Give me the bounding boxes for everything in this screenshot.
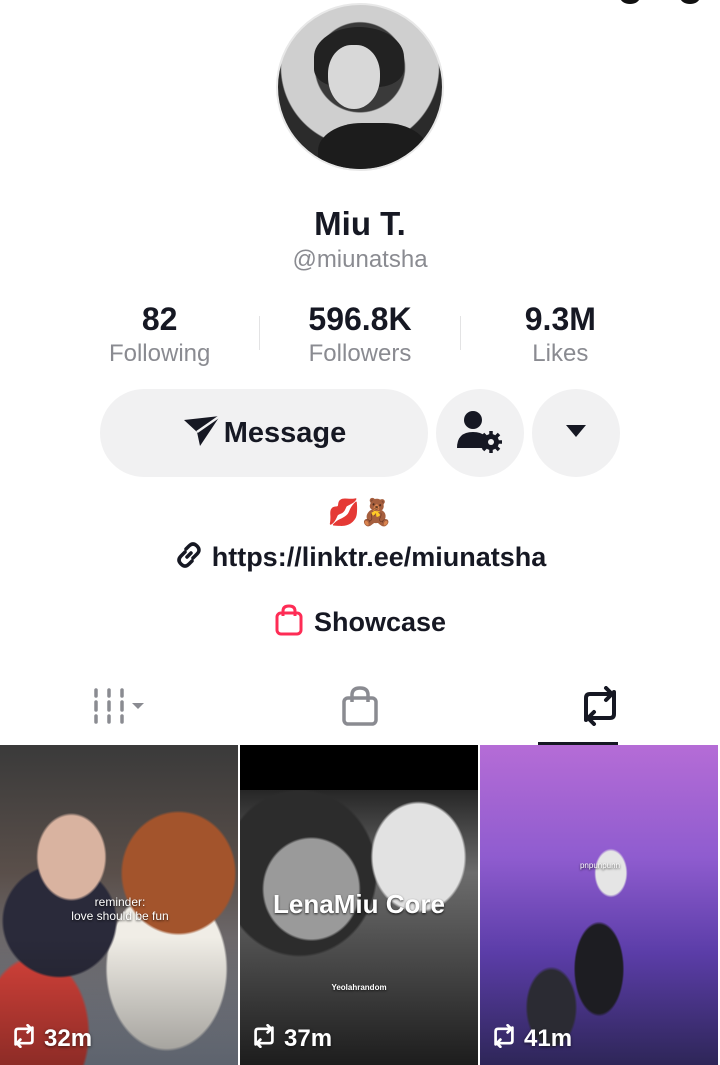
user-settings-button[interactable] (436, 389, 524, 477)
repost-count: 32m (10, 1023, 93, 1053)
bio-link[interactable]: https://linktr.ee/miunatsha (0, 540, 720, 575)
video-thumbnail[interactable]: LenaMiu Core Yeolahrandom 37m (240, 745, 478, 1065)
profile-handle: @miunatsha (292, 246, 428, 273)
link-text: https://linktr.ee/miunatsha (211, 542, 547, 572)
tab-videos[interactable] (0, 672, 240, 744)
video-thumbnail[interactable]: pnpunpunn 41m (480, 745, 718, 1065)
stat-likes[interactable]: 9.3M Likes (461, 300, 660, 370)
repost-icon (578, 685, 622, 731)
video-caption: pnpunpunn (579, 861, 621, 870)
video-subcaption: Yeolahrandom (331, 983, 387, 992)
stat-value: 82 (141, 301, 178, 337)
repost-icon (250, 1023, 278, 1053)
more-dropdown-button[interactable] (532, 389, 620, 477)
stat-label: Followers (308, 340, 412, 367)
stat-label: Likes (532, 340, 589, 367)
stat-following[interactable]: 82 Following (60, 300, 259, 370)
link-icon (174, 540, 204, 575)
bio-emojis: 💋🧸 (327, 497, 393, 527)
repost-count-value: 41m (524, 1024, 573, 1052)
stat-value: 9.3M (524, 301, 596, 337)
video-caption: LenaMiu Core (273, 889, 445, 919)
video-thumbnail[interactable]: reminder: love should be fun 32m (0, 745, 238, 1065)
showcase-link[interactable]: Showcase (0, 604, 720, 641)
caret-down-icon (565, 424, 587, 443)
video-caption: reminder: love should be fun (71, 895, 169, 923)
repost-count: 41m (490, 1023, 573, 1053)
repost-count-value: 37m (284, 1024, 333, 1052)
profile-name: Miu T. (314, 205, 406, 242)
repost-icon (10, 1023, 38, 1053)
message-label: Message (223, 416, 347, 449)
bag-icon (340, 685, 380, 732)
profile-stats: 82 Following 596.8K Followers 9.3M Likes (60, 300, 660, 370)
stat-followers[interactable]: 596.8K Followers (260, 300, 459, 370)
paper-plane-icon (182, 414, 222, 453)
avatar[interactable] (276, 3, 444, 171)
tab-shop[interactable] (240, 672, 480, 744)
repost-icon (490, 1023, 518, 1053)
message-button[interactable]: Message (100, 389, 428, 477)
stat-value: 596.8K (308, 301, 412, 337)
repost-count: 37m (250, 1023, 333, 1053)
tab-reposts[interactable] (480, 672, 720, 746)
video-grid: reminder: love should be fun 32m LenaMiu… (0, 745, 720, 1065)
grid-icon (90, 686, 150, 731)
shopping-bag-icon (274, 604, 304, 641)
profile-tabs (0, 672, 720, 746)
top-status-icons (620, 0, 700, 4)
showcase-label: Showcase (313, 607, 447, 637)
stat-label: Following (108, 340, 211, 367)
repost-count-value: 32m (44, 1024, 93, 1052)
user-gear-icon (456, 408, 504, 459)
